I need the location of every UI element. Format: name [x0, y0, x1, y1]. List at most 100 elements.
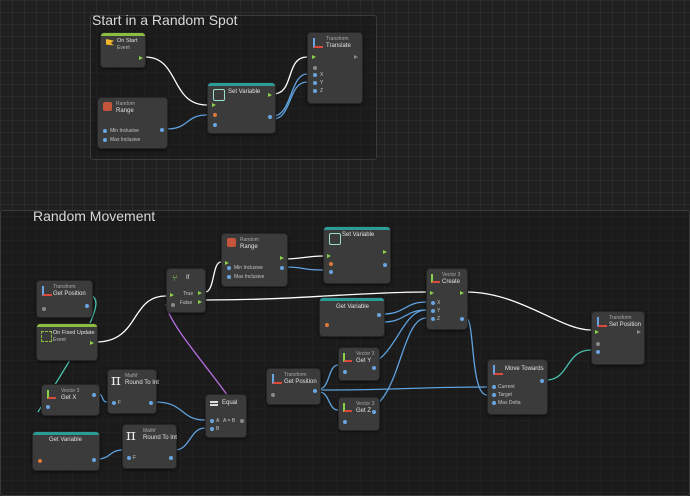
flow-in-port[interactable] — [225, 261, 229, 265]
node-category: On Fixed Update — [53, 330, 95, 336]
flow-out-false[interactable] — [198, 300, 202, 304]
port-out[interactable] — [169, 456, 173, 460]
port-out[interactable] — [313, 389, 317, 393]
port-out[interactable] — [160, 128, 164, 132]
node-translate[interactable]: Transform Translate X Y Z — [307, 32, 363, 104]
port-out[interactable] — [540, 379, 544, 383]
node-on-fixed-update[interactable]: On Fixed Update Event — [36, 323, 98, 361]
port-f[interactable] — [127, 456, 131, 460]
node-get-position-2[interactable]: Transform Get Position — [266, 368, 321, 405]
port-target[interactable] — [313, 66, 317, 70]
port-y[interactable] — [431, 309, 435, 313]
flow-out-port[interactable] — [460, 291, 464, 295]
variable-strip — [324, 227, 390, 230]
port-out[interactable] — [372, 410, 376, 414]
port-max[interactable] — [103, 138, 107, 142]
port-out[interactable] — [92, 393, 96, 397]
port-label: Target — [498, 392, 512, 398]
port-out[interactable] — [372, 366, 376, 370]
port-a[interactable] — [210, 419, 214, 423]
transform-icon — [42, 286, 52, 296]
port-y[interactable] — [313, 81, 317, 85]
node-vector3-create[interactable]: Vector 3 Create X Y Z — [426, 268, 468, 330]
node-set-variable-1[interactable]: Set Variable — [207, 82, 276, 134]
port-label: A — [216, 418, 220, 424]
flow-out-port[interactable] — [268, 93, 272, 97]
port-value[interactable] — [596, 350, 600, 354]
port-out[interactable] — [92, 458, 96, 462]
event-strip — [37, 324, 97, 327]
node-get-position-1[interactable]: Transform Get Position — [36, 280, 93, 318]
port-current[interactable] — [492, 385, 496, 389]
port-max[interactable] — [227, 275, 231, 279]
node-if[interactable]: ⑂ If True False — [166, 268, 206, 313]
port-out[interactable] — [280, 266, 284, 270]
port-out[interactable] — [85, 304, 89, 308]
variable-strip — [320, 298, 384, 301]
node-round-to-int-2[interactable]: π Mathf Round To Int F — [122, 424, 177, 469]
node-category: Vector 3 — [356, 401, 375, 407]
flow-in-port[interactable] — [170, 293, 174, 297]
flow-in-port[interactable] — [212, 103, 216, 107]
node-random-range-2[interactable]: Random Range Min Inclusive Max Inclusive — [221, 233, 288, 287]
node-random-range-1[interactable]: Random Range Min Inclusive Max Inclusive — [97, 97, 168, 149]
port-z[interactable] — [313, 89, 317, 93]
node-set-position[interactable]: Transform Set Position — [591, 311, 645, 365]
node-round-to-int-1[interactable]: π Mathf Round To Int F — [107, 369, 159, 414]
port-f[interactable] — [112, 401, 116, 405]
node-get-y[interactable]: Vector 3 Get Y — [338, 347, 380, 381]
node-set-variable-2[interactable]: Set Variable — [323, 226, 391, 284]
node-equal[interactable]: Equal A A = B B — [205, 394, 247, 438]
port-vector[interactable] — [343, 370, 347, 374]
flow-in-port[interactable] — [327, 254, 331, 258]
flow-out-port[interactable] — [637, 330, 641, 334]
port-label: Max Inclusive — [110, 137, 141, 143]
node-get-z[interactable]: Vector 3 Get Z — [338, 397, 380, 431]
port-name[interactable] — [213, 113, 217, 117]
port-vector[interactable] — [343, 420, 347, 424]
node-title: Get Position — [284, 379, 317, 385]
port-name[interactable] — [38, 459, 42, 463]
flow-in-port[interactable] — [430, 291, 434, 295]
port-z[interactable] — [431, 317, 435, 321]
port-condition[interactable] — [171, 303, 175, 307]
flow-out-port[interactable] — [354, 55, 358, 59]
node-move-towards[interactable]: Move Towards Current Target Max Delta — [487, 359, 548, 415]
port-min[interactable] — [227, 266, 231, 270]
flow-out-port[interactable] — [383, 250, 387, 254]
port-name[interactable] — [329, 262, 333, 266]
flow-out-port[interactable] — [139, 56, 143, 60]
port-vector[interactable] — [46, 405, 50, 409]
port-value[interactable] — [213, 123, 217, 127]
port-x[interactable] — [431, 301, 435, 305]
node-get-variable-1[interactable]: Get Variable — [319, 297, 385, 337]
flow-out-port[interactable] — [280, 256, 284, 260]
port-out[interactable] — [149, 401, 153, 405]
flow-in-port[interactable] — [312, 55, 316, 59]
variable-strip — [208, 83, 275, 86]
pi-icon: π — [126, 426, 136, 444]
port-b[interactable] — [210, 427, 214, 431]
port-target[interactable] — [596, 342, 600, 346]
node-on-start[interactable]: On Start Event — [100, 32, 146, 68]
port-out[interactable] — [268, 115, 272, 119]
fixed-update-icon — [41, 331, 52, 342]
port-target[interactable] — [42, 307, 46, 311]
port-target[interactable] — [492, 393, 496, 397]
port-out[interactable] — [383, 263, 387, 267]
port-x[interactable] — [313, 73, 317, 77]
node-get-x[interactable]: Vector 3 Get X — [41, 384, 100, 416]
port-value[interactable] — [329, 270, 333, 274]
node-get-variable-2[interactable]: Get Variable — [32, 431, 100, 471]
flow-in-port[interactable] — [595, 330, 599, 334]
port-out[interactable] — [460, 317, 464, 321]
port-max-delta[interactable] — [492, 401, 496, 405]
port-target[interactable] — [271, 393, 275, 397]
port-name[interactable] — [325, 323, 329, 327]
port-out[interactable] — [377, 313, 381, 317]
flow-out-true[interactable] — [198, 291, 202, 295]
flow-out-port[interactable] — [90, 341, 94, 345]
port-label: Y — [437, 308, 441, 314]
port-out[interactable] — [240, 419, 244, 423]
port-min[interactable] — [103, 129, 107, 133]
